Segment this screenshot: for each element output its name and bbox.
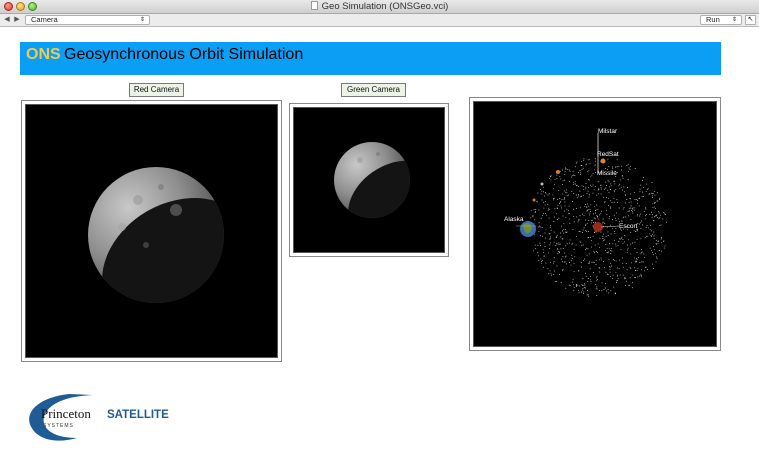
escort-label: Escort (619, 223, 638, 230)
logo-swoosh: Princeton SATELLITE SYSTEMS (29, 394, 169, 441)
title-banner: ONS Geosynchronous Orbit Simulation (20, 42, 721, 75)
orbit-marker (532, 198, 536, 202)
run-select[interactable]: Run ⇕ (700, 15, 742, 25)
moon-render (88, 167, 224, 303)
logo-name-bold: SATELLITE (107, 409, 169, 421)
orbit-viewport: Alaska Escort Milstar RedSat Missile (473, 101, 717, 347)
red-camera-button[interactable]: Red Camera (129, 83, 184, 97)
chevron-updown-icon: ⇕ (731, 17, 737, 23)
milstar-label: Milstar (598, 128, 618, 135)
missile-label: Missile (597, 170, 617, 177)
chevron-updown-icon: ⇕ (139, 17, 145, 23)
window-title: Geo Simulation (ONSGeo.vci) (321, 1, 449, 12)
orbit-view[interactable]: Alaska Escort Milstar RedSat Missile (469, 97, 721, 351)
princeton-satellite-logo: Princeton SATELLITE SYSTEMS (23, 392, 208, 442)
forward-arrow-icon[interactable]: ▶ (12, 15, 22, 25)
toolbar: ◀ ▶ Camera ⇕ Run ⇕ ↖ (0, 14, 759, 27)
window-titlebar: Geo Simulation (ONSGeo.vci) (0, 0, 759, 14)
orbit-marker (540, 182, 544, 186)
green-camera-view[interactable] (289, 103, 449, 257)
red-camera-view[interactable] (21, 100, 282, 362)
redsat-satellite (600, 158, 606, 164)
pointer-tool-icon[interactable]: ↖ (745, 15, 756, 25)
run-select-value: Run (706, 15, 720, 24)
orbit-marker (556, 170, 560, 174)
back-arrow-icon[interactable]: ◀ (2, 15, 12, 25)
red-camera-viewport (25, 104, 278, 358)
logo-sub: SYSTEMS (43, 423, 74, 429)
orbit-diagram: Alaska Escort Milstar RedSat Missile (504, 128, 668, 297)
green-camera-viewport (293, 107, 445, 253)
page-title: Geosynchronous Orbit Simulation (64, 46, 304, 63)
camera-select[interactable]: Camera ⇕ (25, 15, 150, 25)
redsat-label: RedSat (597, 151, 619, 158)
moon-render (334, 142, 410, 218)
green-camera-button[interactable]: Green Camera (341, 83, 406, 97)
logo-name: Princeton (41, 406, 91, 421)
window-title-wrap: Geo Simulation (ONSGeo.vci) (0, 1, 759, 12)
alaska-label: Alaska (504, 216, 524, 223)
camera-select-value: Camera (31, 15, 58, 24)
banner-brand: ONS (26, 46, 61, 63)
document-icon (310, 1, 318, 10)
